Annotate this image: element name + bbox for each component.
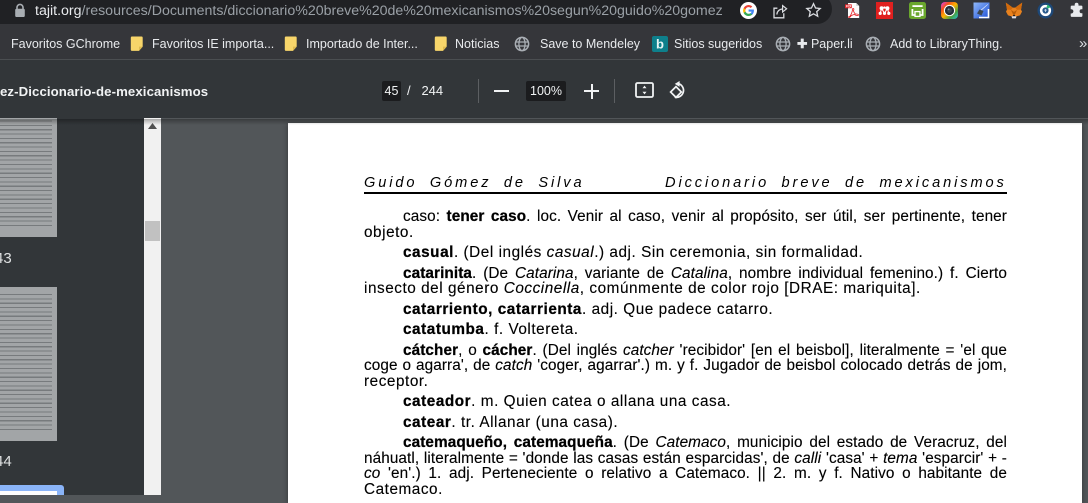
svg-text:b: b <box>656 37 664 52</box>
